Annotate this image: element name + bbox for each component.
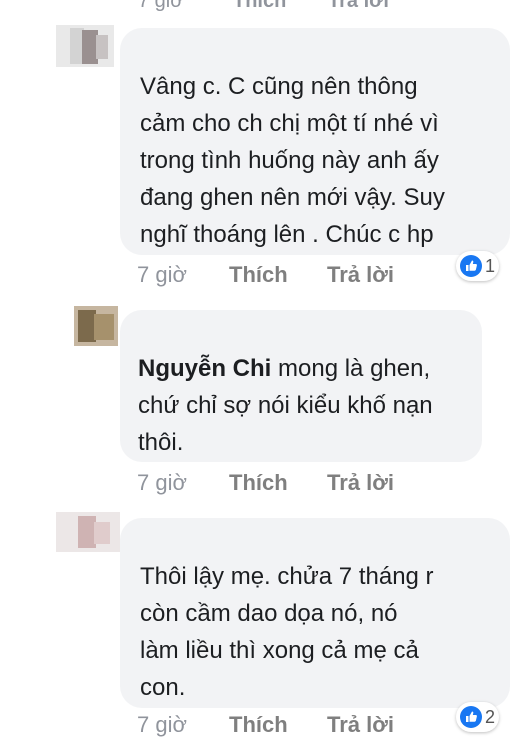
- comment-text: Thôi lậy mẹ. chửa 7 tháng r còn cầm dao …: [140, 558, 434, 706]
- comment-actions: 7 giờ Thích Trả lời: [137, 262, 394, 288]
- comment-actions: 7 giờ Thích Trả lời: [137, 712, 394, 738]
- comment-line: Thôi lậy mẹ. chửa 7 tháng r: [140, 563, 434, 590]
- comment-line: đang ghen nên mới vậy. Suy: [140, 184, 445, 211]
- comment-text: Nguyễn Chi mong là ghen, chứ chỉ sợ nói …: [138, 350, 433, 461]
- comment-time[interactable]: 7 giờ: [138, 0, 183, 13]
- comment-line: Nguyễn Chi mong là ghen,: [138, 355, 431, 382]
- comment-line: Vâng c. C cũng nên thông: [140, 73, 418, 100]
- like-link[interactable]: Thích: [229, 262, 288, 288]
- comment-bubble: Vâng c. C cũng nên thông cảm cho ch chị …: [120, 28, 510, 255]
- reaction-number: 1: [485, 255, 496, 276]
- comment-line: trong tình huống này anh ấy: [140, 147, 439, 174]
- comment-line: còn cầm dao dọa nó, nó: [140, 600, 398, 627]
- comment-time[interactable]: 7 giờ: [137, 470, 187, 495]
- like-link[interactable]: Thích: [229, 470, 288, 496]
- comment-bubble: Thôi lậy mẹ. chửa 7 tháng r còn cầm dao …: [120, 518, 510, 708]
- avatar[interactable]: [74, 306, 118, 346]
- reaction-count[interactable]: 1: [456, 251, 500, 281]
- comment-text: Vâng c. C cũng nên thông cảm cho ch chị …: [140, 68, 445, 253]
- comment-time[interactable]: 7 giờ: [137, 712, 187, 737]
- comment-author[interactable]: [136, 38, 364, 60]
- avatar[interactable]: [56, 25, 114, 67]
- comment-author[interactable]: [136, 528, 332, 550]
- comment-actions: 7 giờ Thích Trả lời: [137, 470, 394, 496]
- mention-link[interactable]: Nguyễn Chi: [138, 355, 271, 382]
- reply-link[interactable]: Trả lời: [327, 470, 394, 496]
- reply-link[interactable]: Trả lời: [327, 262, 394, 288]
- reply-link[interactable]: Trả lời: [327, 712, 394, 738]
- comment-author[interactable]: [138, 322, 248, 342]
- avatar[interactable]: [56, 512, 120, 552]
- like-link[interactable]: Thích: [229, 712, 288, 738]
- reaction-number: 2: [485, 706, 496, 727]
- reply-link[interactable]: Trả lời: [328, 0, 389, 13]
- comment-line: làm liều thì xong cả mẹ cả: [140, 637, 419, 664]
- comment-line: thôi.: [138, 429, 184, 456]
- comment-bubble: Nguyễn Chi mong là ghen, chứ chỉ sợ nói …: [120, 310, 482, 462]
- comment-line: chứ chỉ sợ nói kiểu khố nạn: [138, 392, 433, 419]
- comment-time[interactable]: 7 giờ: [137, 262, 187, 287]
- comment-line: nghĩ thoáng lên . Chúc c hp: [140, 221, 434, 248]
- like-link[interactable]: Thích: [233, 0, 286, 13]
- thumbs-up-icon: [460, 255, 482, 277]
- comment-line: cảm cho ch chị một tí nhé vì: [140, 110, 439, 137]
- thumbs-up-icon: [460, 706, 482, 728]
- comment-line: con.: [140, 674, 186, 701]
